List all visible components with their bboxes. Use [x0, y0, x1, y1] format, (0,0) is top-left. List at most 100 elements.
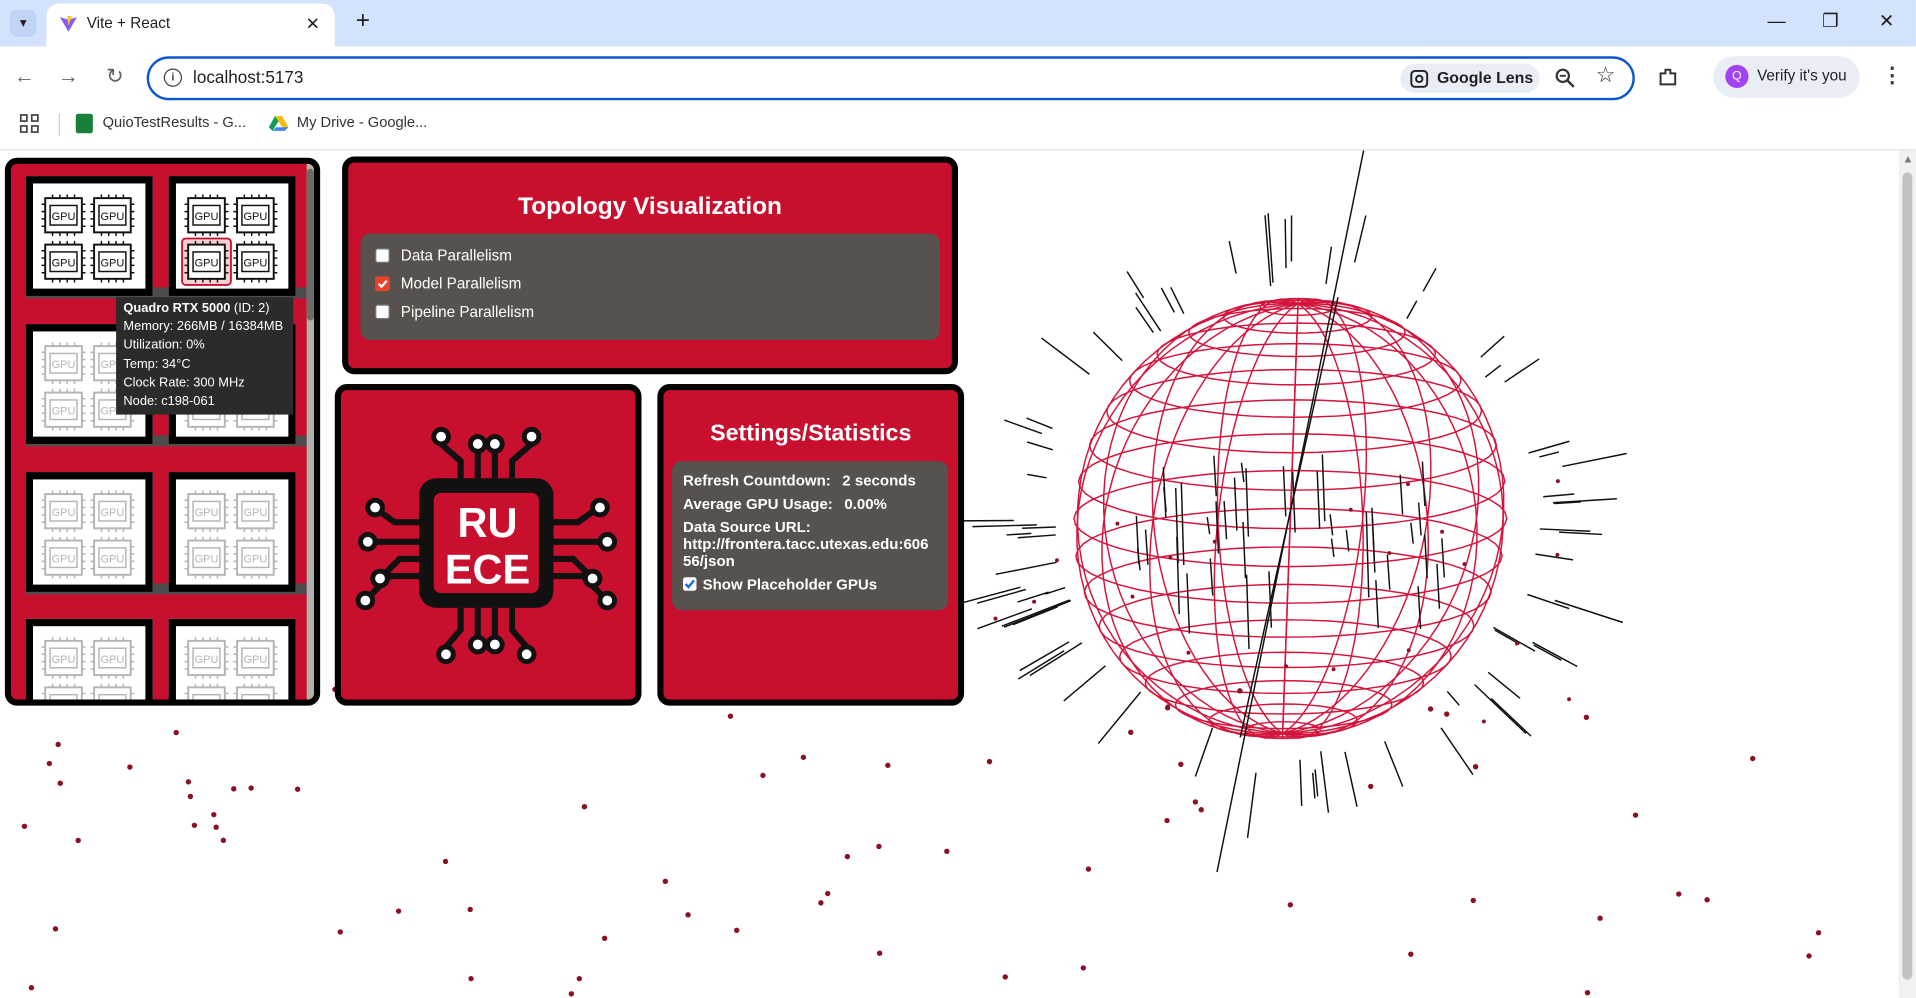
wireframe-sphere	[1073, 297, 1508, 740]
node-point	[1002, 974, 1008, 980]
source-url-line1: http://frontera.tacc.utexas.edu:606	[683, 535, 929, 553]
node-point	[1704, 897, 1710, 903]
inner-hatch	[1242, 521, 1247, 579]
radial-spike	[1558, 531, 1603, 536]
node-point	[844, 853, 851, 860]
google-lens-button[interactable]: Google Lens	[1400, 63, 1540, 93]
inner-hatch	[1399, 474, 1404, 515]
node-point	[1406, 482, 1410, 487]
data-source-url: Data Source URL: http://frontera.tacc.ut…	[683, 519, 928, 570]
gpu-node-card[interactable]: GPU GPU GPU GPU	[168, 176, 296, 296]
forward-icon[interactable]: →	[54, 62, 83, 91]
gpu-node-list[interactable]: GPU GPU GPU GPU GPU GPU GPU GPU GPU GPU GPU GPU GPU G…	[11, 164, 314, 700]
back-icon[interactable]: ←	[10, 62, 39, 91]
show-placeholder-toggle[interactable]: Show Placeholder GPUs	[683, 576, 877, 593]
bookmark-quiotestresults[interactable]: QuioTestResults - G...	[75, 111, 259, 135]
grid-scrollbar-thumb[interactable]	[306, 168, 315, 321]
svg-text:GPU: GPU	[195, 211, 219, 223]
gpu-name: Quadro RTX 5000	[123, 300, 231, 316]
node-point	[1806, 953, 1812, 959]
profile-button[interactable]: Q Verify it's you	[1713, 56, 1860, 98]
radial-spike	[1527, 593, 1570, 610]
browser-toolbar: ← → ↻ i localhost:5173 Google Lens ☆ Q V…	[0, 46, 1916, 151]
page-scrollbar[interactable]: ▲	[1898, 150, 1916, 998]
extensions-icon[interactable]	[1657, 66, 1679, 88]
node-point	[601, 935, 608, 941]
svg-text:GPU: GPU	[52, 211, 76, 223]
tab-search-menu-icon[interactable]: ▾	[9, 9, 37, 37]
radial-spike	[1041, 337, 1090, 375]
new-tab-icon[interactable]: +	[349, 9, 376, 36]
reload-icon[interactable]: ↻	[100, 62, 129, 91]
svg-text:GPU: GPU	[243, 507, 267, 519]
radial-spike	[1440, 727, 1474, 776]
radial-spike	[1026, 417, 1053, 430]
apps-grid-icon[interactable]	[19, 114, 40, 134]
model-parallelism-checkbox[interactable]	[375, 276, 390, 292]
zoom-icon[interactable]	[1554, 67, 1576, 89]
radial-spike	[1022, 526, 1056, 529]
svg-text:GPU: GPU	[195, 258, 219, 270]
close-window-icon[interactable]: ✕	[1870, 7, 1904, 36]
topology-title: Topology Visualization	[518, 193, 782, 221]
radial-spike	[1490, 698, 1532, 737]
node-point	[662, 878, 669, 884]
bookmark-star-icon[interactable]: ☆	[1596, 62, 1616, 88]
placeholder-checkbox[interactable]	[683, 577, 697, 591]
address-bar[interactable]: i localhost:5173 Google Lens ☆	[146, 56, 1635, 101]
node-point	[876, 950, 883, 956]
minimize-icon[interactable]: —	[1760, 7, 1794, 36]
option-label: Pipeline Parallelism	[400, 303, 535, 321]
node-point	[248, 785, 254, 791]
svg-text:GPU: GPU	[195, 700, 219, 705]
gpu-node-card[interactable]: GPU GPU GPU GPU	[25, 618, 153, 700]
refresh-value: 2 seconds	[842, 472, 916, 490]
scrollbar-thumb[interactable]	[1902, 172, 1913, 980]
inner-hatch	[1213, 455, 1218, 497]
node-point	[1164, 817, 1170, 824]
svg-text:GPU: GPU	[100, 554, 124, 566]
data-parallelism-checkbox[interactable]	[375, 248, 390, 263]
restore-icon[interactable]: ❐	[1813, 7, 1847, 36]
node-point	[944, 848, 950, 855]
google-lens-label: Google Lens	[1436, 68, 1534, 87]
logo-text-ru: RU	[458, 499, 518, 546]
pipeline-parallelism-checkbox[interactable]	[375, 304, 390, 320]
gpu-node-card[interactable]: GPU GPU GPU GPU	[168, 472, 296, 592]
gpu-node-card[interactable]: GPU GPU GPU GPU	[25, 472, 153, 592]
gpu-node-card[interactable]: GPU GPU GPU GPU	[25, 176, 153, 296]
radial-spike	[1539, 451, 1560, 458]
gpu-memory: Memory: 266MB / 16384MB	[123, 319, 284, 335]
browser-tab[interactable]: Vite + React ✕	[46, 3, 335, 47]
site-info-icon[interactable]: i	[163, 68, 183, 87]
inner-hatch	[1375, 580, 1380, 628]
radial-spike	[1493, 626, 1536, 652]
node-point	[581, 804, 588, 810]
node-point	[1212, 539, 1217, 544]
radial-spike	[1539, 528, 1591, 533]
gpu-node-card[interactable]: GPU GPU GPU GPU	[168, 618, 296, 705]
radial-spike	[1027, 473, 1047, 479]
node-point	[395, 908, 402, 914]
node-point	[294, 786, 301, 792]
more-menu-icon[interactable]: ⋮	[1882, 64, 1903, 88]
placeholder-label: Show Placeholder GPUs	[702, 576, 878, 594]
url-text[interactable]: localhost:5173	[193, 67, 303, 87]
radial-spike	[1344, 751, 1358, 807]
inner-hatch	[1441, 538, 1446, 578]
inner-hatch	[1386, 554, 1391, 590]
node-point	[185, 779, 192, 785]
node-point	[885, 762, 891, 769]
node-point	[1481, 719, 1486, 724]
radial-spike	[1353, 215, 1367, 263]
grid-scrollbar[interactable]	[306, 163, 315, 700]
scroll-up-icon[interactable]: ▲	[1902, 153, 1913, 165]
close-tab-icon[interactable]: ✕	[301, 11, 325, 35]
bookmark-my-drive[interactable]: My Drive - Google...	[268, 111, 452, 135]
source-label: Data Source URL:	[683, 518, 811, 536]
profile-label: Verify it's you	[1757, 67, 1847, 85]
node-point	[1165, 704, 1170, 709]
sphere-longitude	[1076, 302, 1299, 735]
radial-spike	[1474, 684, 1527, 734]
radial-spike	[1246, 772, 1257, 838]
